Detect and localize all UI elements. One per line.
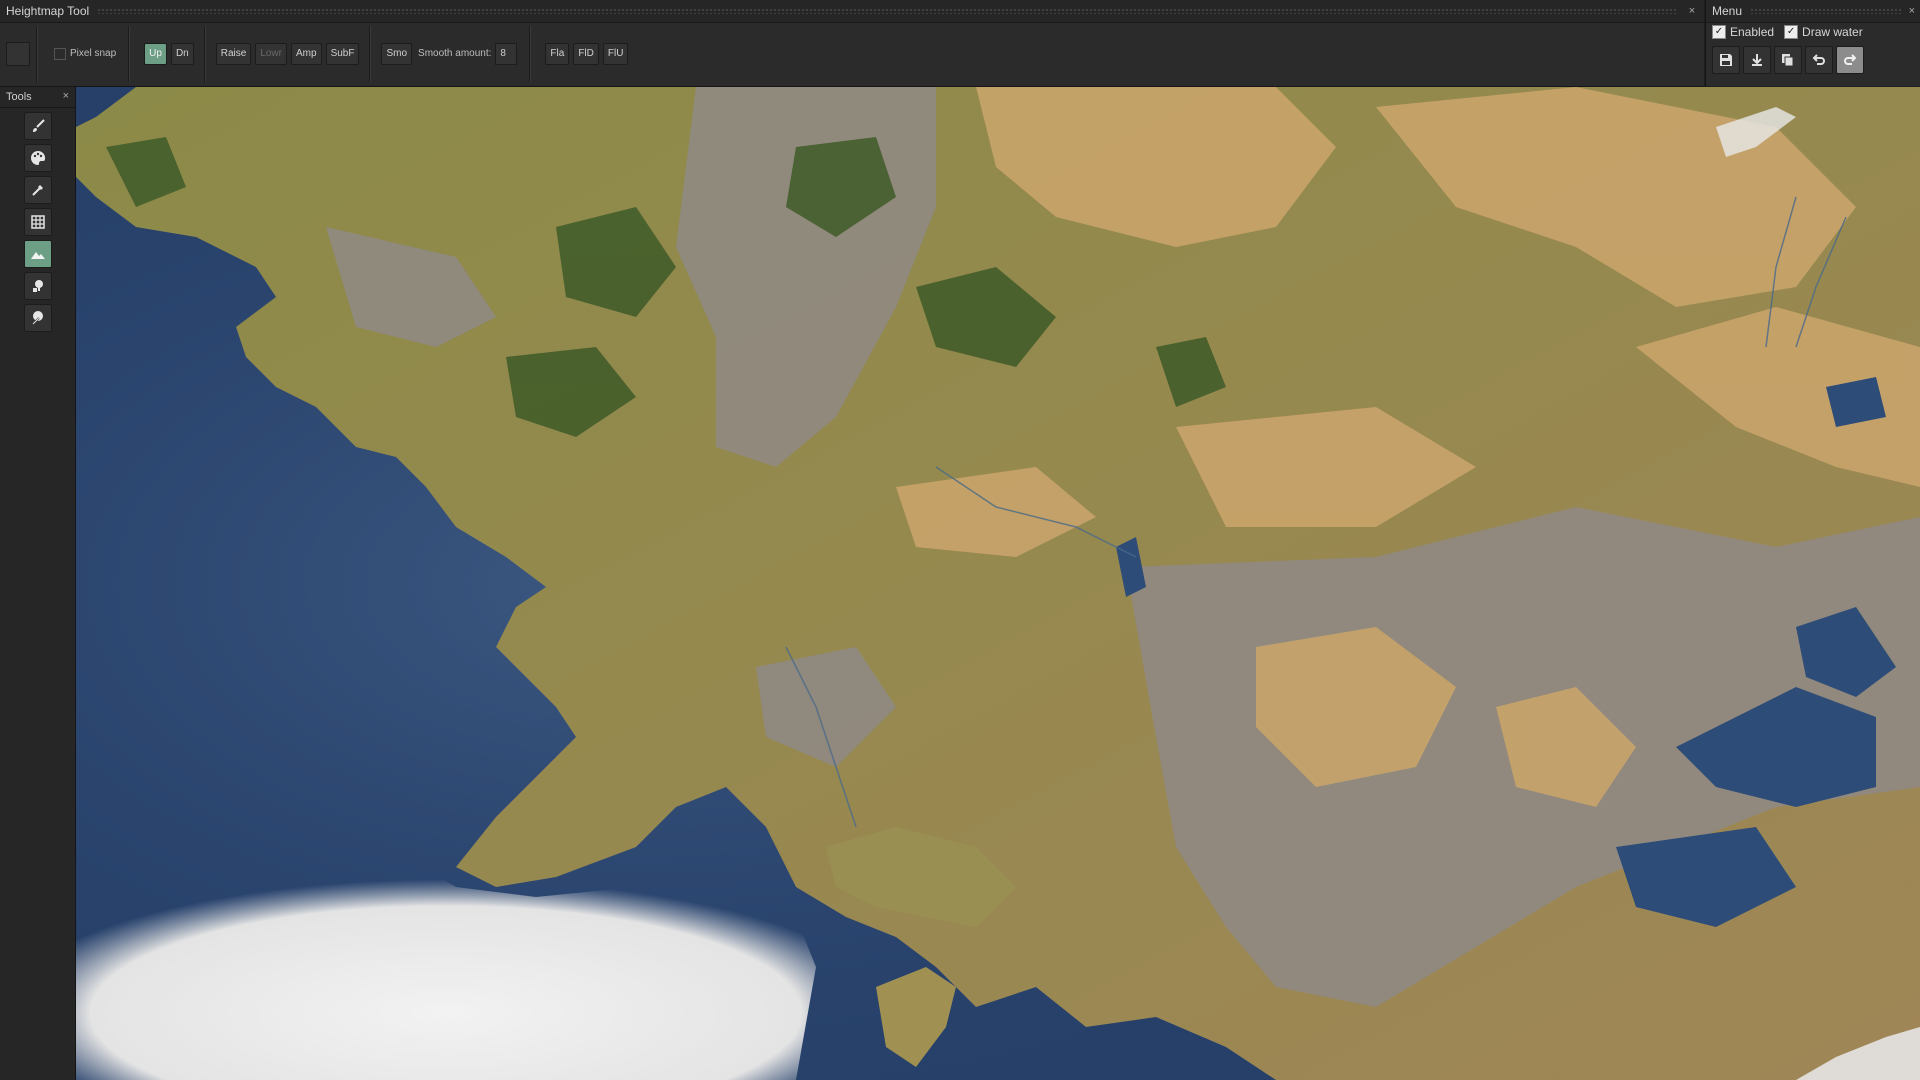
tree-stamp-icon [33, 280, 43, 292]
heightmap-canvas[interactable] [76, 87, 1920, 1080]
menu-panel-header[interactable]: Menu × [1706, 0, 1920, 23]
tools-panel-title: Tools [6, 91, 32, 103]
save-button[interactable] [1712, 46, 1740, 74]
draw-water-checkbox[interactable]: ✓ [1784, 25, 1799, 39]
toolbar-separator [36, 25, 38, 82]
toolbar-separator [369, 25, 372, 82]
draw-water-toggle[interactable]: ✓ Draw water [1784, 25, 1863, 39]
grid-icon [31, 215, 45, 229]
menu-options-row: ✓ Enabled ✓ Draw water [1712, 22, 1863, 42]
redo-button[interactable] [1836, 46, 1864, 74]
menu-panel-title: Menu [1712, 4, 1743, 18]
mountain-icon [31, 252, 45, 259]
raise-button[interactable]: Raise [215, 42, 252, 65]
eyedropper-tool-button[interactable] [24, 176, 52, 204]
menu-panel: Menu × ✓ Enabled ✓ Draw water [1705, 0, 1920, 86]
tree-paint-tool-button[interactable] [24, 304, 52, 332]
copy-icon [1782, 54, 1794, 67]
palette-icon [31, 150, 46, 165]
flatten-button[interactable]: Fla [545, 42, 570, 65]
down-button[interactable]: Dn [170, 42, 194, 65]
smooth-amount-input[interactable]: 8 [495, 42, 518, 65]
menu-close-icon[interactable]: × [1909, 5, 1915, 17]
up-button[interactable]: Up [144, 42, 167, 65]
heightmap-toolbar: Pixel snap Up Dn Raise Lowr Amp SubF Smo… [0, 22, 1704, 85]
enabled-toggle[interactable]: ✓ Enabled [1712, 25, 1774, 39]
copy-button[interactable] [1774, 46, 1802, 74]
download-button[interactable] [1743, 46, 1771, 74]
color-swatch[interactable] [6, 41, 30, 66]
redo-icon [1844, 54, 1857, 65]
tools-panel: Tools × [0, 87, 76, 1080]
download-icon [1752, 54, 1762, 66]
panel-drag-grip[interactable] [1750, 8, 1901, 14]
grid-tool-button[interactable] [24, 208, 52, 236]
pixel-snap-checkbox[interactable] [54, 47, 66, 60]
toolbar-separator [203, 25, 206, 82]
toolbar-separator [529, 25, 532, 82]
heightmap-panel-header[interactable]: Heightmap Tool × [0, 0, 1704, 23]
undo-button[interactable] [1805, 46, 1833, 74]
heightmap-panel-title: Heightmap Tool [6, 4, 90, 18]
flatten-up-button[interactable]: FlU [602, 42, 629, 65]
smooth-button[interactable]: Smo [381, 42, 413, 65]
panel-drag-grip[interactable] [97, 8, 1676, 14]
draw-water-label: Draw water [1802, 25, 1863, 39]
save-icon [1720, 54, 1732, 66]
eyedropper-icon [32, 185, 43, 196]
tree-stamp-tool-button[interactable] [24, 272, 52, 300]
menu-actions-row [1712, 46, 1867, 74]
flatten-down-button[interactable]: FlD [573, 42, 599, 65]
palette-tool-button[interactable] [24, 144, 52, 172]
amp-button[interactable]: Amp [291, 42, 322, 65]
toolbar-separator [128, 25, 131, 82]
brush-tool-button[interactable] [24, 112, 52, 140]
heightmap-close-icon[interactable]: × [1684, 5, 1700, 17]
brush-icon [33, 119, 45, 132]
tools-panel-header[interactable]: Tools × [0, 87, 75, 108]
pixel-snap-label: Pixel snap [70, 48, 117, 59]
smooth-amount-label: Smooth amount: [418, 48, 492, 59]
tools-close-icon[interactable]: × [63, 90, 69, 102]
enabled-label: Enabled [1730, 25, 1775, 39]
terrain-tool-button[interactable] [24, 240, 52, 268]
undo-icon [1812, 54, 1825, 65]
heightmap-tool-panel: Heightmap Tool × Pixel snap Up Dn Raise … [0, 0, 1704, 87]
subf-button[interactable]: SubF [325, 42, 360, 65]
enabled-checkbox[interactable]: ✓ [1712, 25, 1726, 39]
pixel-snap-toggle[interactable]: Pixel snap [54, 47, 117, 60]
lower-button[interactable]: Lowr [255, 42, 287, 65]
terrain-map-render [76, 87, 1920, 1080]
tree-paint-icon [32, 311, 43, 325]
